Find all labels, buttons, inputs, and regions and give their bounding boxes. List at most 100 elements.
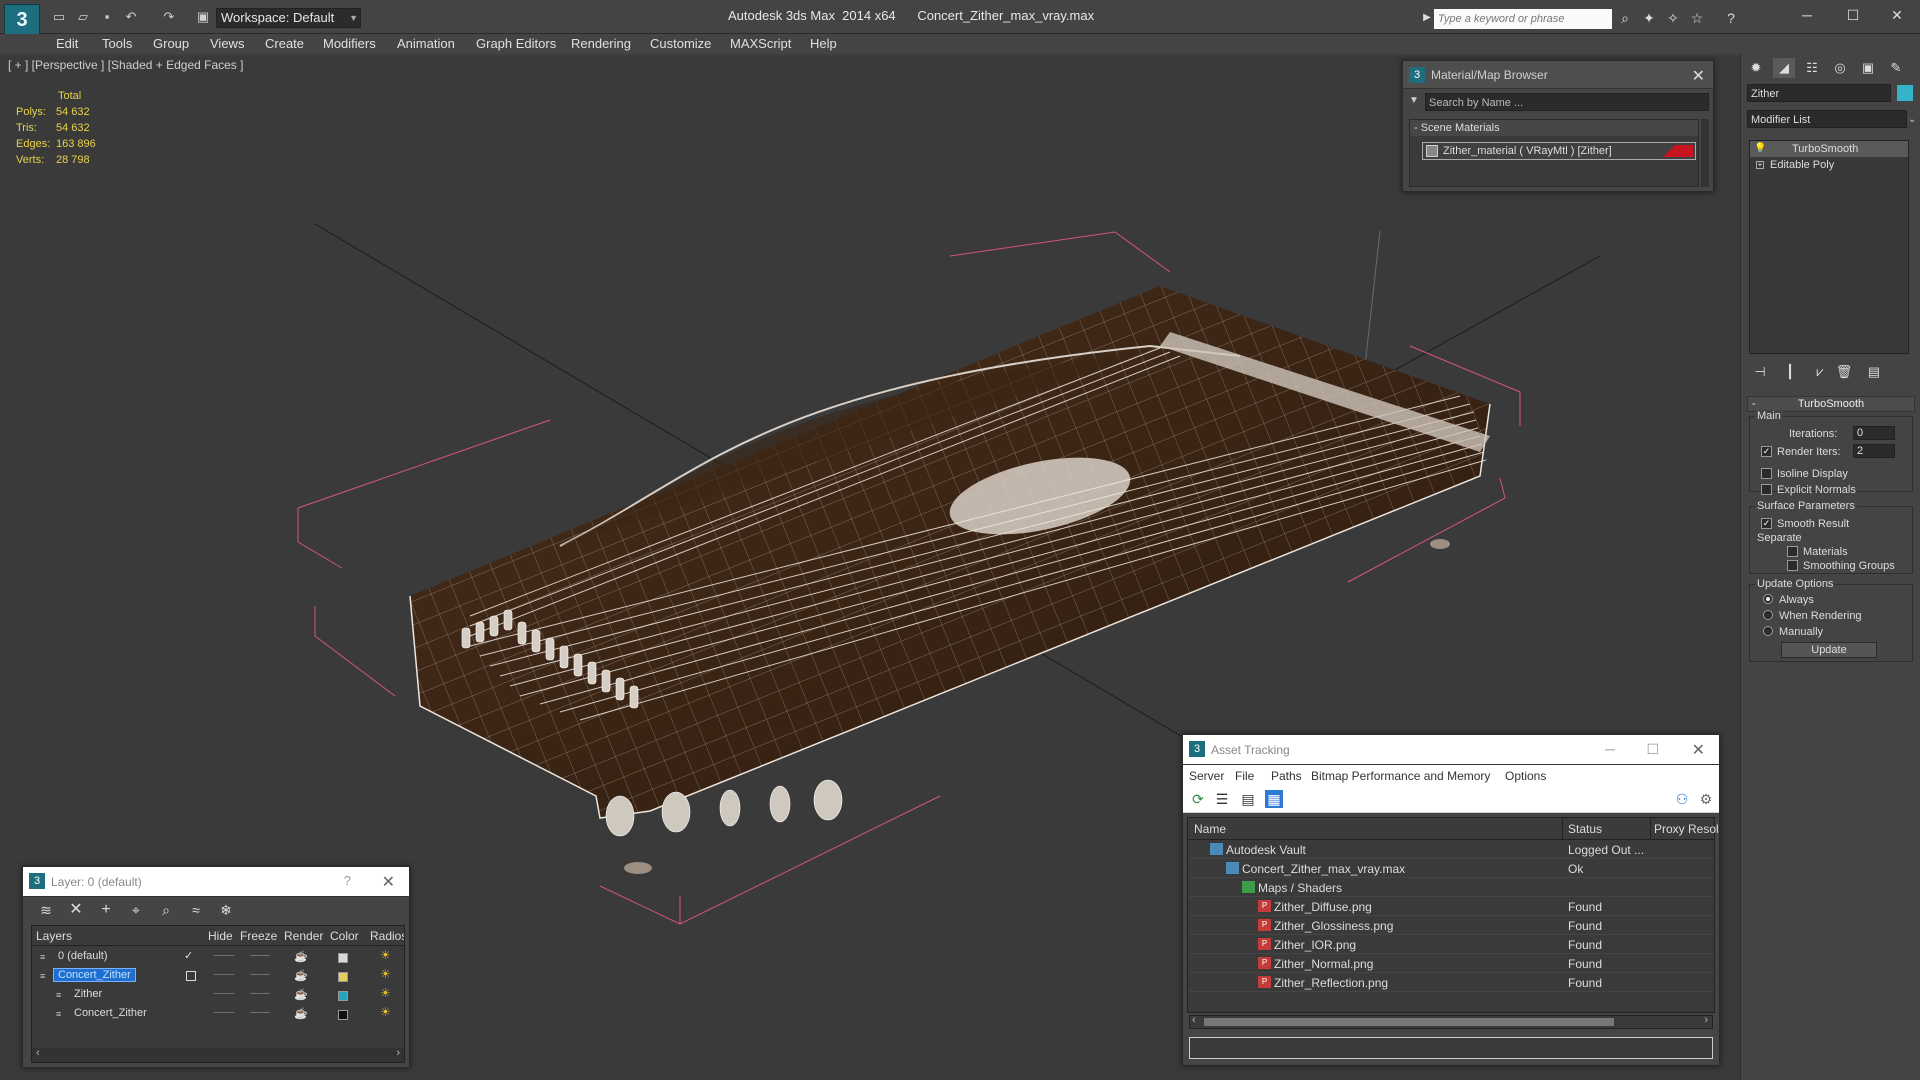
column-header-status[interactable]: Status [1568,822,1602,836]
separate-smoothing-groups-checkbox[interactable] [1787,560,1798,571]
hide-toggle-icon[interactable]: —— [214,988,234,999]
asset-settings-icon[interactable]: ⚙ [1697,790,1715,808]
material-browser-titlebar[interactable]: 3 Material/Map Browser ✕ [1403,61,1713,89]
stack-item-editable-poly[interactable]: + Editable Poly [1750,157,1908,173]
column-header-freeze[interactable]: Freeze [240,929,277,943]
active-layer-check-icon[interactable]: ✓ [184,949,193,962]
show-end-result-icon[interactable]: ┃ [1779,362,1801,382]
scene-materials-section[interactable]: - Scene Materials [1410,120,1698,136]
layer-color-swatch[interactable] [338,953,348,963]
material-list-scrollbar[interactable] [1701,119,1709,187]
add-to-layer-icon[interactable]: + [97,901,115,919]
workspace-dropdown[interactable]: Workspace: Default ▼ [216,8,361,28]
delete-layer-icon[interactable]: ✕ [67,901,85,919]
utilities-tab-icon[interactable]: ✎ [1885,58,1907,78]
render-teapot-icon[interactable]: ☕ [294,1007,308,1020]
save-icon[interactable]: ▪ [98,9,116,25]
menu-animation[interactable]: Animation [397,36,455,51]
render-teapot-icon[interactable]: ☕ [294,988,308,1001]
asset-help-icon[interactable]: ⚇ [1673,790,1691,808]
maximize-icon[interactable]: ☐ [1830,0,1876,30]
minimize-icon[interactable]: ─ [1605,741,1615,757]
asset-path-field[interactable] [1189,1037,1713,1059]
asset-menu-options[interactable]: Options [1505,769,1546,783]
list-view-icon[interactable]: ☰ [1213,790,1231,808]
hide-all-layers-icon[interactable]: ≈ [187,901,205,919]
update-manually-radio[interactable] [1763,626,1773,636]
close-icon[interactable]: ✕ [1692,740,1705,760]
configure-sets-icon[interactable]: ▤ [1863,362,1885,382]
menu-modifiers[interactable]: Modifiers [323,36,376,51]
redo-icon[interactable]: ↷ [160,9,178,25]
keyword-search-input[interactable]: Type a keyword or phrase [1434,9,1612,29]
hierarchy-tab-icon[interactable]: ☷ [1801,58,1823,78]
menu-graph-editors[interactable]: Graph Editors [476,36,556,51]
favorites-star-icon[interactable]: ☆ [1688,9,1706,27]
menu-create[interactable]: Create [265,36,304,51]
asset-row[interactable]: P Zither_Diffuse.png Found [1188,897,1714,916]
isoline-display-checkbox[interactable] [1761,468,1772,479]
select-objects-icon[interactable]: ⌖ [127,901,145,919]
menu-tools[interactable]: Tools [102,36,132,51]
undo-icon[interactable]: ↶ [122,9,140,25]
asset-menu-paths[interactable]: Paths [1271,769,1302,783]
remove-modifier-icon[interactable]: 🗑 [1833,362,1855,382]
app-logo-icon[interactable]: 3 [4,4,40,36]
help-icon[interactable]: ? [1722,9,1740,27]
column-header-proxy-resolution[interactable]: Proxy Resol [1654,822,1719,836]
expand-plus-icon[interactable]: + [1756,161,1764,169]
update-when-rendering-radio[interactable] [1763,610,1773,620]
render-iters-checkbox[interactable]: ✓ [1761,446,1772,457]
create-layer-icon[interactable]: ≋ [37,901,55,919]
freeze-toggle-icon[interactable]: —— [250,988,270,999]
object-name-input[interactable]: Zither [1747,84,1891,102]
minimize-icon[interactable]: ─ [1784,0,1830,30]
scroll-thumb[interactable] [1204,1018,1614,1026]
pin-stack-icon[interactable]: ⊣ [1749,362,1771,382]
column-header-radiosity[interactable]: Radiosit [370,929,404,943]
layer-color-swatch[interactable] [338,1010,348,1020]
help-icon[interactable]: ? [344,873,351,888]
separate-materials-checkbox[interactable] [1787,546,1798,557]
material-search-input[interactable]: Search by Name ... [1425,93,1709,111]
menu-edit[interactable]: Edit [56,36,78,51]
asset-menu-server[interactable]: Server [1189,769,1224,783]
layer-color-swatch[interactable] [338,972,348,982]
render-teapot-icon[interactable]: ☕ [294,969,308,982]
create-tab-icon[interactable]: ✹ [1745,58,1767,78]
hide-toggle-icon[interactable]: —— [214,950,234,961]
asset-row[interactable]: P Zither_IOR.png Found [1188,935,1714,954]
layer-row[interactable]: Concert_Zither ≡ —— —— ☕ ☀ [32,1005,404,1024]
layer-row[interactable]: 0 (default) ≡ —— —— ☕ ☀ ✓ [32,948,404,967]
asset-menu-file[interactable]: File [1235,769,1254,783]
object-color-swatch[interactable] [1897,85,1913,101]
hide-toggle-icon[interactable]: —— [214,1007,234,1018]
asset-table-hscroll[interactable]: ‹ › [1189,1014,1713,1029]
layer-row[interactable]: Zither ≡ —— —— ☕ ☀ [32,986,404,1005]
scroll-right-icon[interactable]: › [1704,1014,1708,1026]
menu-group[interactable]: Group [153,36,189,51]
display-tab-icon[interactable]: ▣ [1857,58,1879,78]
make-unique-icon[interactable]: ⩗ [1809,362,1831,382]
scroll-left-icon[interactable]: ‹ [36,1047,40,1059]
communication-icon[interactable]: ✧ [1664,9,1682,27]
new-file-icon[interactable]: ▭ [50,9,68,25]
options-triangle-icon[interactable]: ▼ [1409,95,1419,106]
smooth-result-checkbox[interactable]: ✓ [1761,518,1772,529]
asset-row[interactable]: P Zither_Reflection.png Found [1188,973,1714,992]
close-icon[interactable]: ✕ [1874,0,1920,30]
hide-toggle-icon[interactable]: —— [214,969,234,980]
menu-help[interactable]: Help [810,36,837,51]
open-folder-icon[interactable]: ▱ [74,9,92,25]
asset-row[interactable]: Maps / Shaders [1188,878,1714,897]
asset-menu-bitmap-performance[interactable]: Bitmap Performance and Memory [1311,769,1490,783]
binoculars-icon[interactable]: ⌕ [1616,9,1634,27]
layer-color-swatch[interactable] [338,991,348,1001]
scroll-right-icon[interactable]: › [396,1047,400,1059]
column-header-color[interactable]: Color [330,929,359,943]
asset-row[interactable]: Concert_Zither_max_vray.max Ok [1188,859,1714,878]
project-folder-icon[interactable]: ▣ [194,9,212,25]
layer-manager-titlebar[interactable]: 3 Layer: 0 (default) ? ✕ [23,867,409,897]
radiosity-icon[interactable]: ☀ [380,967,391,981]
column-header-layers[interactable]: Layers [36,929,72,943]
